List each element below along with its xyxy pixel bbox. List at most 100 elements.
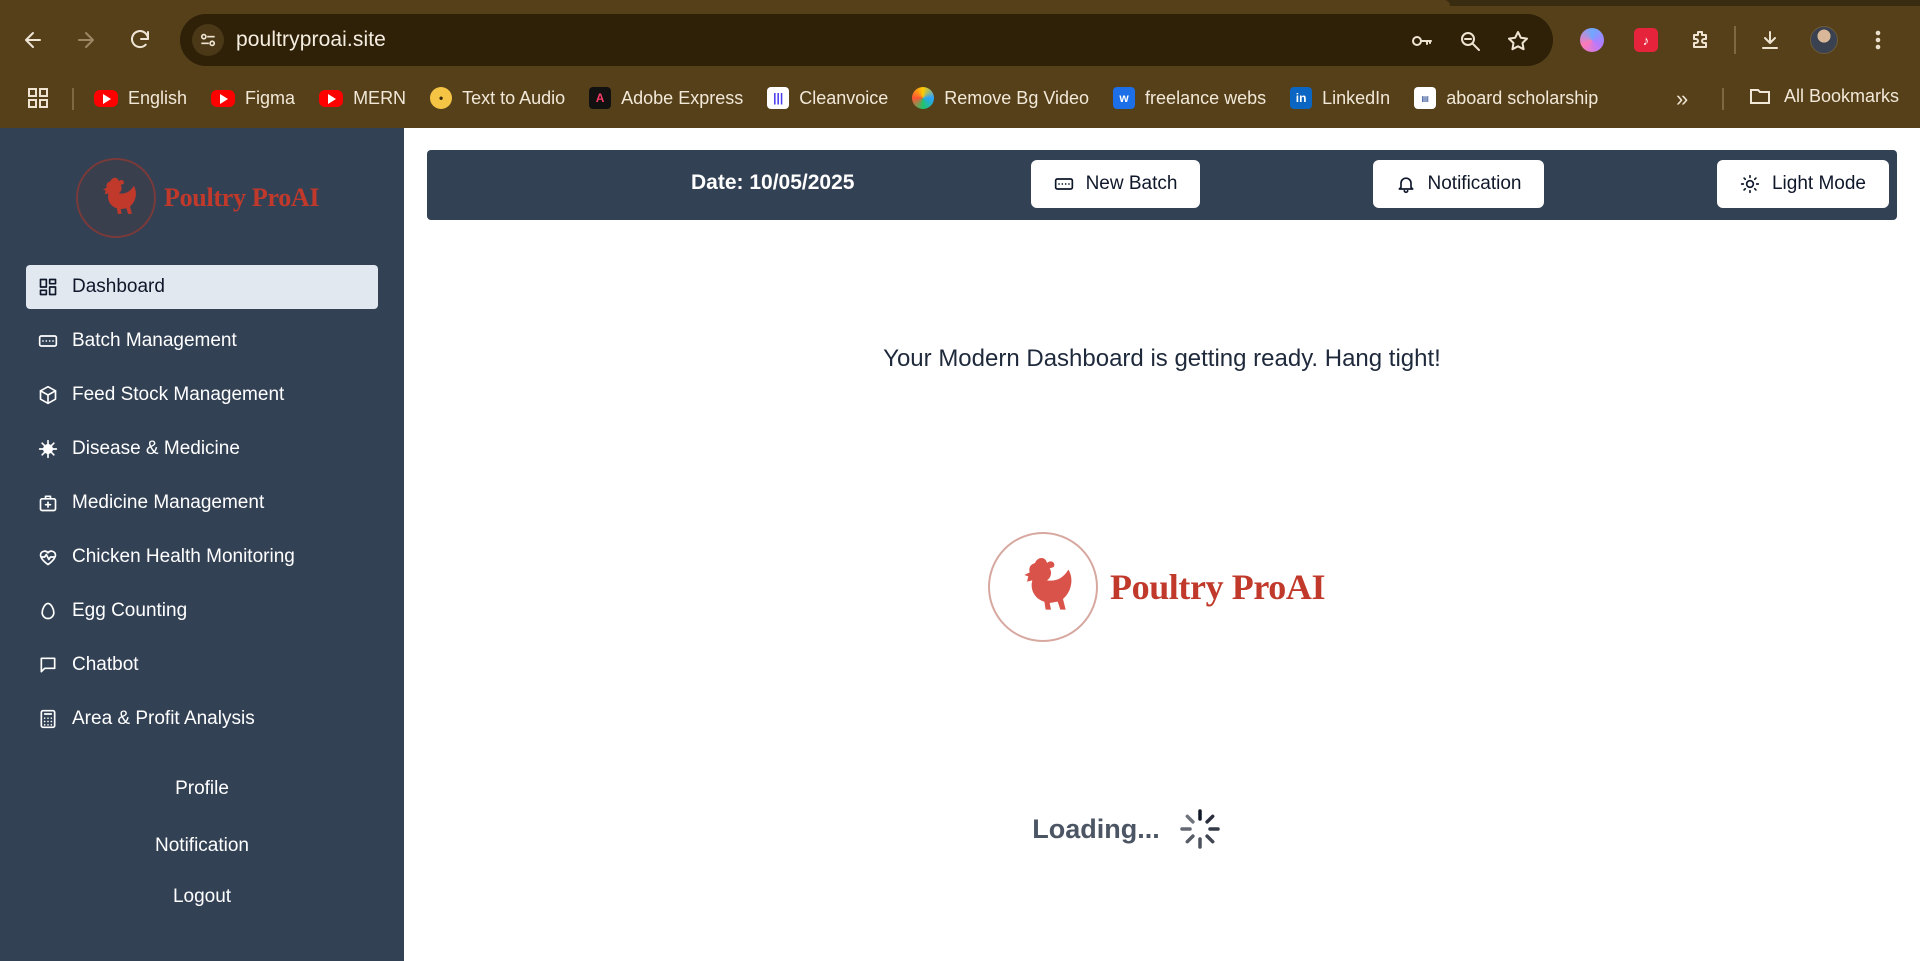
all-bookmarks-label: All Bookmarks [1784,85,1900,106]
more-bookmarks-button[interactable]: » [1676,86,1688,112]
bookmark-text-to-audio[interactable]: • Text to Audio [430,84,565,112]
bookmark-remove-bg-video[interactable]: Remove Bg Video [912,84,1089,112]
sidebar-item-chicken-health-monitoring[interactable]: Chicken Health Monitoring [26,535,378,579]
bookmark-label: Cleanvoice [799,87,889,108]
medkit-icon [38,493,58,513]
bookmark-label: Adobe Express [621,87,744,108]
sidebar-item-label: Batch Management [72,330,237,351]
download-icon[interactable] [1750,20,1790,60]
center-logo: Poultry ProAI [988,532,1326,642]
heart-pulse-icon [38,547,58,567]
youtube-icon [94,89,118,107]
sidebar-item-egg-counting[interactable]: Egg Counting [26,589,378,633]
bookmark-label: freelance webs [1145,87,1267,108]
star-icon[interactable] [1503,26,1533,56]
sidebar-item-chatbot[interactable]: Chatbot [26,643,378,687]
brain-extension-icon[interactable] [1572,20,1612,60]
batch-icon [38,331,58,351]
sidebar: Poultry ProAI Dashboard Batch Management… [0,128,404,961]
red-extension-icon[interactable]: ♪ [1626,20,1666,60]
profile-avatar[interactable] [1804,20,1844,60]
brand-name: Poultry ProAI [164,183,320,212]
sidebar-item-disease-medicine[interactable]: Disease & Medicine [26,427,378,471]
youtube-icon [211,89,236,107]
sidebar-item-batch-management[interactable]: Batch Management [26,319,378,363]
apps-grid-icon[interactable] [26,86,50,110]
browser-chrome: poultryproai.site ♪ English Figma MERN •… [0,0,1920,128]
freelance-icon: w [1113,87,1136,109]
spinner-icon [1180,809,1220,849]
ready-message: Your Modern Dashboard is getting ready. … [883,345,1441,372]
batch-icon [1054,178,1073,190]
text-to-audio-icon: • [430,87,453,109]
bookmark-label: LinkedIn [1322,87,1391,108]
date-display: Date: 10/05/2025 [691,171,855,194]
site-info-icon[interactable] [192,24,224,56]
sidebar-item-label: Area & Profit Analysis [72,708,255,729]
chat-icon [38,655,58,675]
calculator-icon [38,709,58,729]
box-icon [38,385,58,405]
bookmark-label: Figma [245,87,296,108]
bookmark-mern[interactable]: MERN [319,84,406,112]
url-text[interactable]: poultryproai.site [236,28,386,52]
puzzle-extensions-icon[interactable] [1680,20,1720,60]
loading-indicator: Loading... [404,807,1920,851]
notification-label: Notification [1427,173,1522,194]
bookmark-cleanvoice[interactable]: ||| Cleanvoice [767,84,888,112]
sidebar-menu: Dashboard Batch Management Feed Stock Ma… [26,265,378,751]
bookmark-adobe-express[interactable]: A Adobe Express [589,84,743,112]
bookmark-linkedin[interactable]: in LinkedIn [1290,84,1390,112]
key-icon[interactable] [1407,26,1437,56]
center-logo-name: Poultry ProAI [1110,567,1326,607]
youtube-icon [319,89,344,107]
bookmark-aboard-scholarship[interactable]: ▤ aboard scholarship [1414,84,1598,112]
sidebar-item-dashboard[interactable]: Dashboard [26,265,378,309]
bookmarks-divider [72,88,74,110]
bookmark-label: MERN [353,87,407,108]
zoom-icon[interactable] [1455,26,1485,56]
sidebar-item-medicine-management[interactable]: Medicine Management [26,481,378,525]
sidebar-item-feed-stock-management[interactable]: Feed Stock Management [26,373,378,417]
kebab-menu-icon[interactable] [1858,20,1898,60]
adobe-express-icon: A [589,87,612,109]
bookmark-label: Text to Audio [462,87,566,108]
rooster-logo-icon [76,158,156,238]
egg-icon [38,601,58,621]
profile-link[interactable]: Profile [0,778,404,802]
scholarship-icon: ▤ [1414,87,1437,109]
bookmark-label: English [128,87,188,108]
rooster-logo-icon [988,532,1098,642]
dashboard-icon [38,277,58,297]
light-mode-button[interactable]: Light Mode [1717,160,1889,208]
cleanvoice-icon: ||| [767,87,790,109]
virus-icon [38,439,58,459]
sidebar-item-area-profit-analysis[interactable]: Area & Profit Analysis [26,697,378,741]
notification-link[interactable]: Notification [0,835,404,859]
sidebar-item-label: Chatbot [72,654,139,675]
address-bar[interactable]: poultryproai.site [180,14,1553,66]
reload-button[interactable] [120,20,160,60]
sidebar-item-label: Disease & Medicine [72,438,240,459]
brand[interactable]: Poultry ProAI [76,158,320,238]
logout-link[interactable]: Logout [0,886,404,910]
bookmarks-divider [1722,88,1724,110]
sidebar-item-label: Egg Counting [72,600,188,621]
linkedin-icon: in [1290,87,1313,109]
back-button[interactable] [13,20,53,60]
bookmarks-bar: English Figma MERN • Text to Audio A Adobe… [0,78,1920,118]
arrow-right-icon [78,32,94,48]
all-bookmarks-button[interactable]: All Bookmarks [1748,84,1899,108]
notification-button[interactable]: Notification [1373,160,1544,208]
reload-icon [131,30,149,49]
forward-button[interactable] [66,20,106,60]
sidebar-item-label: Feed Stock Management [72,384,285,405]
bookmark-figma[interactable]: Figma [211,84,295,112]
top-bar: Date: 10/05/2025 New Batch Notification … [427,150,1897,220]
bookmark-freelance-webs[interactable]: w freelance webs [1113,84,1266,112]
new-batch-button[interactable]: New Batch [1031,160,1200,208]
bell-icon [1398,177,1413,194]
light-mode-label: Light Mode [1771,173,1866,194]
browser-toolbar: poultryproai.site ♪ [0,6,1920,76]
bookmark-english[interactable]: English [94,84,187,112]
